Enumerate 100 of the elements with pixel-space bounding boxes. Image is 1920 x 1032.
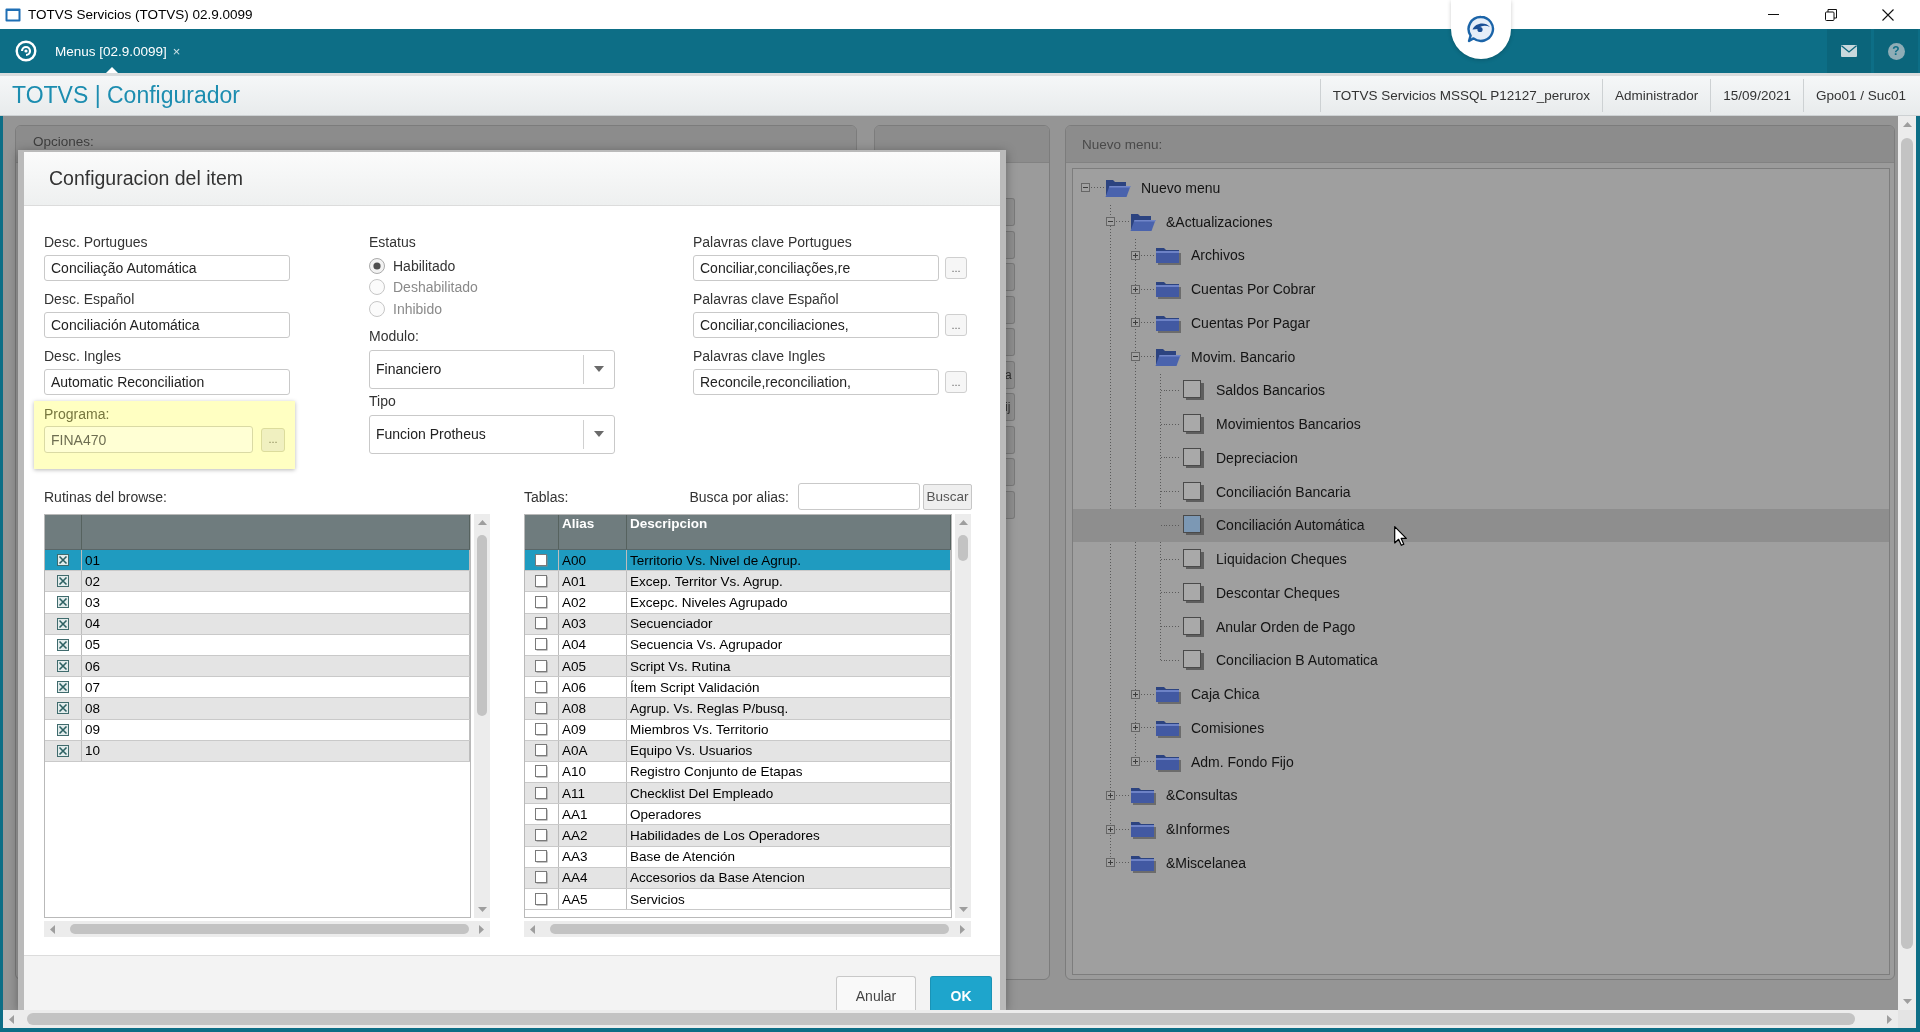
text-field[interactable]: FINA470 [44,426,253,453]
checkbox-icon[interactable] [535,595,548,609]
checkbox-icon[interactable] [535,892,548,906]
tree-item[interactable]: Cuentas Por Cobrar [1073,272,1889,306]
tree-item[interactable]: &Informes [1073,812,1889,846]
tree-item[interactable]: Depreciacion [1073,441,1889,475]
expand-icon[interactable] [1131,284,1140,294]
checkbox-icon[interactable] [535,829,548,843]
tree-item[interactable]: Descontar Cheques [1073,576,1889,610]
table-row[interactable]: A09 Miembros Vs. Territorio [525,719,951,741]
table-row[interactable]: A10 Registro Conjunto de Etapas [525,761,951,784]
radio-icon[interactable] [369,300,385,317]
checked-checkbox-icon[interactable] [57,702,69,715]
horizontal-scrollbar[interactable] [524,921,971,937]
text-field[interactable]: Automatic Reconciliation [44,369,290,395]
checkbox-icon[interactable] [535,765,548,779]
vertical-scrollbar[interactable] [1898,116,1916,1010]
circle-logo-icon[interactable] [15,40,37,62]
collapse-icon[interactable] [1081,183,1090,193]
table-row[interactable]: AA2 Habilidades de Los Operadores [525,825,951,847]
checked-checkbox-icon[interactable] [57,638,69,651]
radio-option[interactable]: Inhibido [369,298,443,320]
scrollbar-thumb[interactable] [958,535,968,561]
tree-item[interactable]: Movim. Bancario [1073,339,1889,374]
tree-item[interactable]: Conciliacion B Automatica [1073,643,1889,678]
checkbox-icon[interactable] [535,744,548,758]
radio-selected-icon[interactable] [369,257,385,274]
expand-icon[interactable] [1131,723,1140,733]
dropdown[interactable]: Funcion Protheus [369,414,615,454]
checked-checkbox-icon[interactable] [57,681,69,694]
expand-icon[interactable] [1106,858,1115,868]
scroll-right-icon[interactable] [479,924,484,934]
tree-item[interactable]: Archivos [1073,238,1889,273]
table-row[interactable]: A06 Ítem Script Validación [525,677,951,699]
expand-icon[interactable] [1131,318,1140,328]
checked-checkbox-icon[interactable] [57,744,69,757]
tree-item[interactable]: &Actualizaciones [1073,204,1889,239]
table-row[interactable]: A00 Territorio Vs. Nivel de Agrup. [525,550,951,572]
search-button[interactable]: Buscar [923,483,972,510]
search-field[interactable] [798,483,920,510]
table-row[interactable]: AA1 Operadores [525,804,951,826]
table-row[interactable]: AA4 Accesorios da Base Atencion [525,867,951,889]
mail-button[interactable] [1827,29,1871,73]
text-field[interactable]: Reconcile,reconciliation, [693,369,939,395]
vertical-scrollbar[interactable] [955,514,971,918]
expand-icon[interactable] [1106,824,1115,834]
tree-item[interactable]: Conciliación Bancaria [1073,474,1889,509]
checked-checkbox-icon[interactable] [57,554,69,567]
tree-item[interactable]: Liquidacion Cheques [1073,542,1889,576]
vertical-scrollbar[interactable] [474,514,490,918]
checkbox-icon[interactable] [535,786,548,800]
horizontal-scrollbar[interactable] [3,1010,1898,1028]
radio-option[interactable]: Deshabilitado [369,276,478,298]
scroll-down-icon[interactable] [477,907,487,912]
checked-checkbox-icon[interactable] [57,723,69,736]
tab[interactable]: Menus [02.9.0099] × [44,29,187,73]
checkbox-icon[interactable] [535,553,548,567]
scrollbar-thumb[interactable] [27,1013,1855,1025]
tree-item[interactable]: &Consultas [1073,778,1889,813]
dropdown[interactable]: Financiero [369,349,615,389]
collapse-icon[interactable] [1106,217,1115,227]
expand-icon[interactable] [1131,757,1140,767]
tree-item[interactable]: Saldos Bancarios [1073,373,1889,408]
browse-button[interactable]: ... [945,257,967,279]
tree-item[interactable]: Movimientos Bancarios [1073,407,1889,441]
scroll-up-icon[interactable] [477,520,487,525]
table-row[interactable]: A05 Script Vs. Rutina [525,655,951,678]
horizontal-scrollbar[interactable] [44,921,490,937]
table-row[interactable]: A04 Secuencia Vs. Agrupador [525,634,951,656]
scroll-left-icon[interactable] [530,924,535,934]
checked-checkbox-icon[interactable] [57,617,69,630]
scroll-left-icon[interactable] [50,924,55,934]
tree-item[interactable]: Nuevo menu [1073,171,1889,205]
table-row[interactable]: AA5 Servicios [525,889,951,911]
checked-checkbox-icon[interactable] [57,575,69,588]
tree-item[interactable]: Cuentas Por Pagar [1073,306,1889,340]
browse-button[interactable]: ... [945,314,967,336]
collapse-icon[interactable] [1131,352,1140,362]
scroll-down-icon[interactable] [1902,999,1912,1004]
expand-icon[interactable] [1131,689,1140,699]
table-row[interactable]: A08 Agrup. Vs. Reglas P/busq. [525,698,951,720]
expand-icon[interactable] [1106,790,1115,800]
scrollbar-thumb[interactable] [550,924,949,934]
checkbox-icon[interactable] [535,701,548,715]
checkbox-icon[interactable] [535,723,548,737]
expand-icon[interactable] [1131,250,1140,260]
checkbox-icon[interactable] [535,850,548,864]
browse-button[interactable]: ... [945,371,967,393]
table-row[interactable]: A02 Excepc. Niveles Agrupado [525,592,951,614]
checkbox-icon[interactable] [535,574,548,588]
scroll-right-icon[interactable] [1887,1014,1892,1024]
checkbox-icon[interactable] [535,638,548,652]
tree-item[interactable]: &Miscelanea [1073,846,1889,880]
table-row[interactable]: A0A Equipo Vs. Usuarios [525,740,951,762]
scrollbar-thumb[interactable] [70,924,469,934]
checkbox-icon[interactable] [535,659,548,673]
radio-icon[interactable] [369,279,385,296]
tree-item[interactable]: Anular Orden de Pago [1073,609,1889,644]
checkbox-icon[interactable] [535,871,548,885]
table-row[interactable]: AA3 Base de Atención [525,846,951,868]
